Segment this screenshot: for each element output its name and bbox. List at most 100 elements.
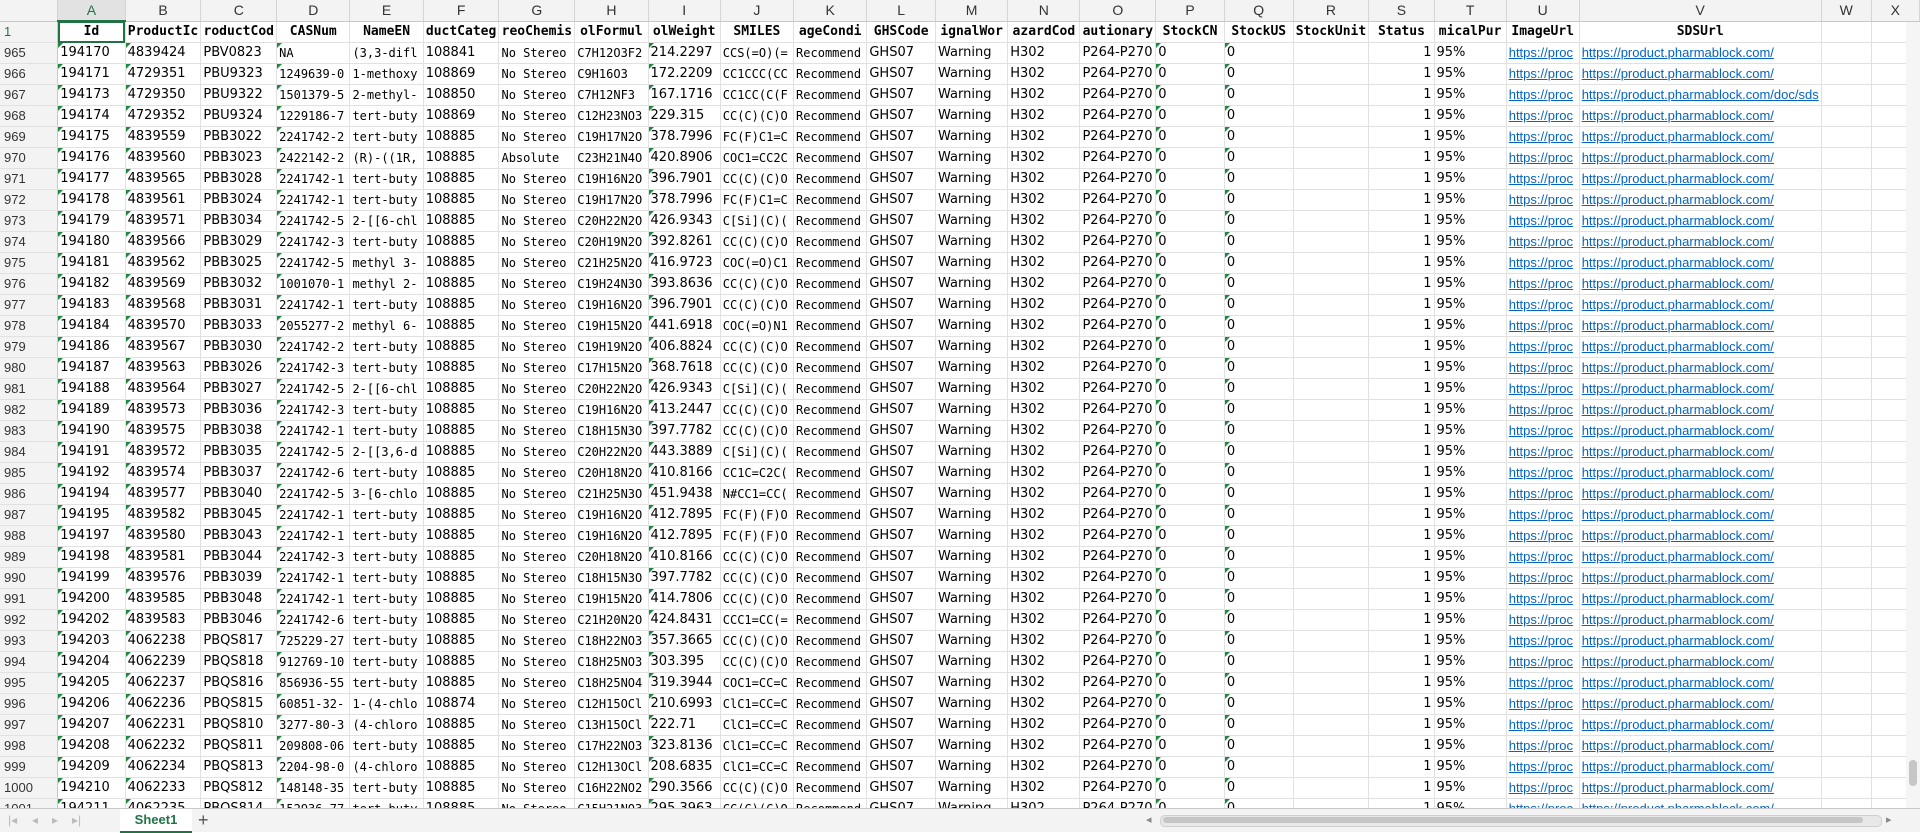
cell[interactable]: P264-P270 [1079, 483, 1157, 505]
cell[interactable]: 194174 [57, 105, 126, 127]
cell[interactable]: P264-P270 [1079, 210, 1157, 232]
cell[interactable] [1293, 588, 1370, 610]
cell[interactable]: C19H15N2O [574, 588, 649, 610]
column-header-d[interactable]: D [276, 0, 351, 22]
cell[interactable]: GHS07 [866, 735, 937, 757]
column-header-e[interactable]: E [349, 0, 424, 22]
cell[interactable] [1821, 168, 1872, 190]
cell[interactable] [1821, 672, 1872, 694]
cell[interactable]: https://proc [1506, 483, 1580, 505]
cell[interactable]: tert-buty [349, 504, 424, 526]
cell[interactable]: tert-buty [349, 336, 424, 358]
cell[interactable]: 0 [1155, 399, 1225, 421]
column-header-l[interactable]: L [866, 0, 937, 22]
cell[interactable]: 2-[[6-chl [349, 210, 424, 232]
cell[interactable]: 0 [1155, 693, 1225, 715]
cell[interactable] [1293, 546, 1370, 568]
cell[interactable]: 1 [1368, 546, 1435, 568]
cell[interactable]: 108885 [423, 672, 500, 694]
cell[interactable]: 108885 [423, 189, 500, 211]
cell[interactable]: 0 [1155, 588, 1225, 610]
row-number[interactable]: 973 [0, 210, 59, 232]
cell[interactable]: 0 [1224, 168, 1294, 190]
cell[interactable]: No Stereo [498, 63, 576, 85]
cell[interactable] [1821, 294, 1872, 316]
cell[interactable]: P264-P270 [1079, 84, 1157, 106]
header-cell[interactable] [1821, 21, 1872, 43]
cell[interactable]: https://proc [1506, 798, 1580, 808]
cell[interactable]: PBB3026 [200, 357, 278, 379]
cell[interactable]: 0 [1155, 777, 1225, 799]
cell[interactable]: 4839567 [125, 336, 202, 358]
cell[interactable]: PBB3025 [200, 252, 278, 274]
cell[interactable]: 4839577 [125, 483, 202, 505]
cell[interactable]: P264-P270 [1079, 252, 1157, 274]
cell[interactable]: 4062235 [125, 798, 202, 808]
cell[interactable]: C12H15OCl [574, 693, 649, 715]
cell[interactable]: 290.3566 [648, 777, 721, 799]
cell[interactable]: 4839569 [125, 273, 202, 295]
cell[interactable]: 108885 [423, 714, 500, 736]
cell[interactable]: https://proc [1506, 84, 1580, 106]
cell[interactable]: (4-chloro [349, 714, 424, 736]
cell[interactable]: Recommend [793, 714, 868, 736]
cell[interactable]: 0 [1155, 294, 1225, 316]
cell[interactable] [1293, 126, 1370, 148]
cell[interactable]: https://product.pharmablock.com/ [1579, 567, 1822, 589]
cell[interactable]: 4839570 [125, 315, 202, 337]
cell[interactable] [1821, 336, 1872, 358]
cell[interactable]: Warning [935, 378, 1009, 400]
cell[interactable]: Recommend [793, 693, 868, 715]
cell[interactable]: 95% [1434, 273, 1507, 295]
cell[interactable]: No Stereo [498, 462, 576, 484]
cell[interactable]: No Stereo [498, 273, 576, 295]
cell[interactable]: 194203 [57, 630, 126, 652]
cell[interactable]: Warning [935, 168, 1009, 190]
cell[interactable]: 1 [1368, 567, 1435, 589]
cell[interactable]: Warning [935, 714, 1009, 736]
cell[interactable]: 1 [1368, 462, 1435, 484]
cell[interactable]: P264-P270 [1079, 504, 1157, 526]
cell[interactable] [1821, 777, 1872, 799]
cell[interactable] [1293, 735, 1370, 757]
cell[interactable]: 194180 [57, 231, 126, 253]
cell[interactable]: H302 [1007, 84, 1081, 106]
cell[interactable]: GHS07 [866, 63, 937, 85]
cell[interactable]: GHS07 [866, 630, 937, 652]
cell[interactable]: 2241742-5 [276, 210, 351, 232]
cell[interactable]: Recommend [793, 231, 868, 253]
cell[interactable]: 1 [1368, 588, 1435, 610]
cell[interactable]: GHS07 [866, 399, 937, 421]
cell[interactable]: https://proc [1506, 756, 1580, 778]
cell[interactable]: https://product.pharmablock.com/ [1579, 294, 1822, 316]
cell[interactable] [1293, 63, 1370, 85]
cell[interactable]: PBB3030 [200, 336, 278, 358]
cell[interactable]: COC(=O)N1 [720, 315, 795, 337]
cell[interactable]: P264-P270 [1079, 42, 1157, 64]
cell[interactable]: P264-P270 [1079, 441, 1157, 463]
cell[interactable]: PBB3035 [200, 441, 278, 463]
cell[interactable]: Recommend [793, 210, 868, 232]
cell[interactable]: No Stereo [498, 546, 576, 568]
cell[interactable]: 1 [1368, 630, 1435, 652]
cell[interactable]: 1 [1368, 294, 1435, 316]
cell[interactable]: PBU9322 [200, 84, 278, 106]
spreadsheet-grid[interactable]: ABCDEFGHIJKLMNOPQRSTUVWX 1 Id ProductIc ro… [0, 0, 1920, 808]
cell[interactable]: 2241742-5 [276, 252, 351, 274]
cell[interactable]: 2-methyl- [349, 84, 424, 106]
cell[interactable]: Recommend [793, 756, 868, 778]
cell[interactable]: 95% [1434, 399, 1507, 421]
cell[interactable]: 2241742-5 [276, 483, 351, 505]
cell[interactable]: 4062238 [125, 630, 202, 652]
cell[interactable]: P264-P270 [1079, 756, 1157, 778]
cell[interactable]: 108885 [423, 735, 500, 757]
cell[interactable]: 0 [1155, 546, 1225, 568]
cell[interactable] [1821, 735, 1872, 757]
column-header-p[interactable]: P [1155, 0, 1225, 22]
cell[interactable]: H302 [1007, 777, 1081, 799]
cell[interactable]: CC(C)(C)O [720, 567, 795, 589]
cell[interactable]: PBV0823 [200, 42, 278, 64]
cell[interactable]: P264-P270 [1079, 315, 1157, 337]
cell[interactable]: 1 [1368, 357, 1435, 379]
cell[interactable]: GHS07 [866, 42, 937, 64]
